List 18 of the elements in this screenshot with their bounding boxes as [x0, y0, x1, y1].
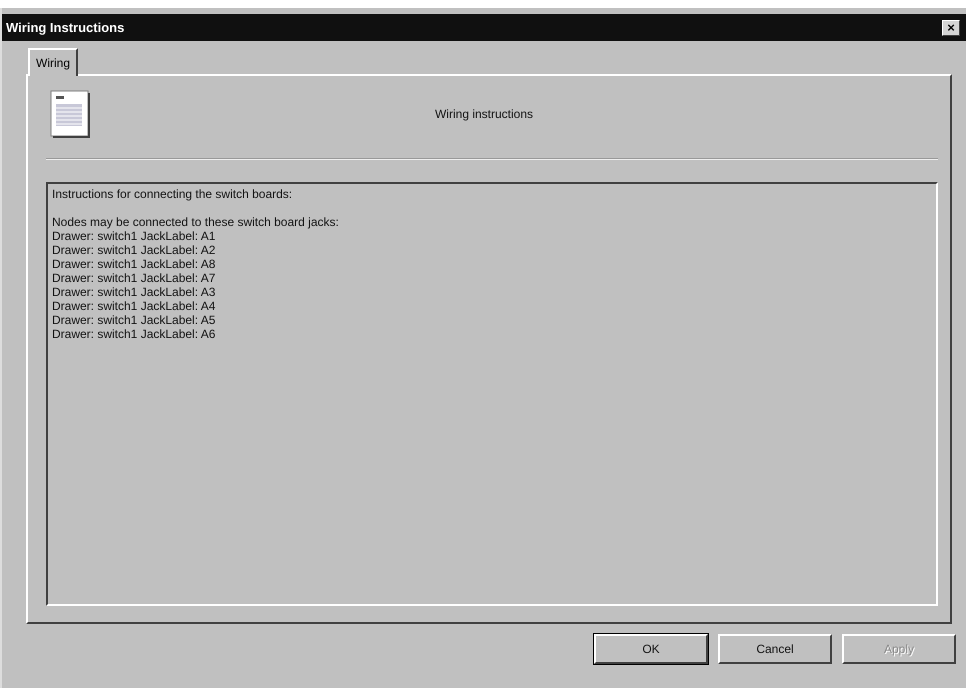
jack-line: Drawer: switch1 JackLabel: A8: [52, 257, 216, 271]
instructions-text-area[interactable]: [46, 182, 938, 606]
jack-line: Drawer: switch1 JackLabel: A2: [52, 243, 216, 257]
instructions-heading: Instructions for connecting the switch boards:: [52, 187, 294, 201]
header-caption: Wiring instructions: [434, 107, 534, 121]
jack-line: Drawer: switch1 JackLabel: A3: [52, 285, 216, 299]
jack-line: Drawer: switch1 JackLabel: A7: [52, 271, 216, 285]
jack-line: Drawer: switch1 JackLabel: A4: [52, 299, 216, 313]
jack-line: Drawer: switch1 JackLabel: A1: [52, 229, 216, 243]
tab[interactable]: Wiring: [28, 48, 78, 76]
close-button[interactable]: ×: [942, 20, 960, 36]
jack-line: Drawer: switch1 JackLabel: A6: [52, 327, 216, 341]
dialog-button[interactable]: Cancel: [718, 634, 832, 664]
instructions-intro: Nodes may be connected to these switch board jacks:: [52, 215, 340, 229]
window-title: Wiring Instructions: [6, 20, 124, 35]
jack-line: Drawer: switch1 JackLabel: A5: [52, 313, 216, 327]
document-icon: [50, 90, 90, 138]
dialog-button[interactable]: OK: [594, 634, 708, 664]
